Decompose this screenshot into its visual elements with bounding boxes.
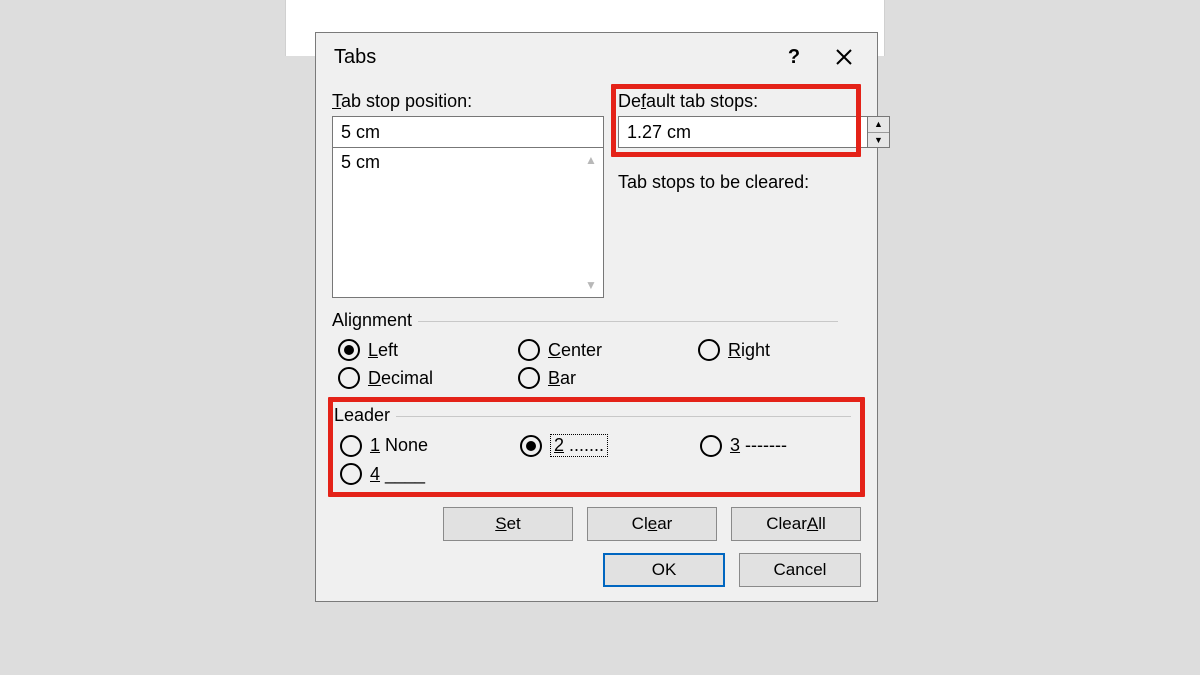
alignment-options: Left Center Right Decimal Bar [332, 339, 861, 389]
list-scrollbar: ▲ ▼ [579, 148, 603, 297]
alignment-right-radio[interactable]: Right [698, 339, 848, 361]
alignment-title: Alignment [332, 310, 861, 331]
dialog-action-row: OK Cancel [332, 553, 861, 587]
close-icon [835, 48, 853, 66]
help-icon: ? [788, 46, 800, 69]
chevron-down-icon: ▼ [874, 135, 883, 145]
dialog-title: Tabs [334, 46, 769, 69]
radio-icon [698, 339, 720, 361]
radio-icon [518, 339, 540, 361]
radio-icon [338, 367, 360, 389]
list-item[interactable]: 5 cm [333, 148, 603, 177]
leader-title: Leader [334, 405, 859, 426]
radio-icon [700, 435, 722, 457]
clear-all-button[interactable]: Clear All [731, 507, 861, 541]
leader-2-dots-radio[interactable]: 2 ....... [520, 434, 700, 457]
radio-icon [518, 367, 540, 389]
tab-stop-label: Tab stop position: [332, 91, 604, 112]
alignment-bar-radio[interactable]: Bar [518, 367, 698, 389]
alignment-center-radio[interactable]: Center [518, 339, 698, 361]
alignment-decimal-radio[interactable]: Decimal [338, 367, 518, 389]
leader-1-none-radio[interactable]: 1 None [340, 434, 520, 457]
top-row: Tab stop position: 5 cm ▲ ▼ Default tab … [332, 91, 861, 298]
tab-stop-column: Tab stop position: 5 cm ▲ ▼ [332, 91, 604, 298]
scroll-down-icon[interactable]: ▼ [579, 273, 603, 297]
set-button[interactable]: Set [443, 507, 573, 541]
stage: Tabs ? Tab stop position: 5 cm ▲ ▼ [0, 0, 1200, 675]
leader-options: 1 None 2 ....... 3 ------- 4 ____ [334, 434, 859, 485]
tab-action-row: Set Clear Clear All [332, 507, 861, 541]
right-column: Default tab stops: ▲ ▼ Tab stops to be c… [618, 91, 861, 298]
spin-down-button[interactable]: ▼ [868, 132, 889, 148]
chevron-up-icon: ▲ [874, 119, 883, 129]
alignment-left-radio[interactable]: Left [338, 339, 518, 361]
radio-icon [340, 435, 362, 457]
dialog-titlebar: Tabs ? [316, 33, 877, 81]
tab-stop-input[interactable] [332, 116, 604, 148]
default-tab-stops-label: Default tab stops: [618, 91, 854, 112]
default-tab-stops-group: Default tab stops: ▲ ▼ [618, 91, 854, 150]
scroll-up-icon[interactable]: ▲ [579, 148, 603, 172]
clear-button[interactable]: Clear [587, 507, 717, 541]
help-button[interactable]: ? [769, 34, 819, 80]
tabs-dialog: Tabs ? Tab stop position: 5 cm ▲ ▼ [315, 32, 878, 602]
radio-icon [520, 435, 542, 457]
leader-section: Leader 1 None 2 ....... 3 ------- 4 ____ [332, 401, 861, 495]
spin-up-button[interactable]: ▲ [868, 117, 889, 132]
dialog-body: Tab stop position: 5 cm ▲ ▼ Default tab … [316, 81, 877, 601]
default-tab-stops-spinner: ▲ ▼ [618, 116, 854, 148]
radio-icon [338, 339, 360, 361]
cancel-button[interactable]: Cancel [739, 553, 861, 587]
ok-button[interactable]: OK [603, 553, 725, 587]
radio-icon [340, 463, 362, 485]
leader-inner: Leader 1 None 2 ....... 3 ------- 4 ____ [332, 401, 861, 495]
leader-3-dashes-radio[interactable]: 3 ------- [700, 434, 850, 457]
tab-stops-cleared-label: Tab stops to be cleared: [618, 172, 861, 193]
tab-stop-list[interactable]: 5 cm ▲ ▼ [332, 148, 604, 298]
close-button[interactable] [819, 34, 869, 80]
leader-4-line-radio[interactable]: 4 ____ [340, 463, 520, 485]
spinner-buttons: ▲ ▼ [867, 116, 890, 148]
alignment-section: Alignment Left Center Right Decimal Bar [332, 310, 861, 389]
default-tab-stops-input[interactable] [618, 116, 867, 148]
